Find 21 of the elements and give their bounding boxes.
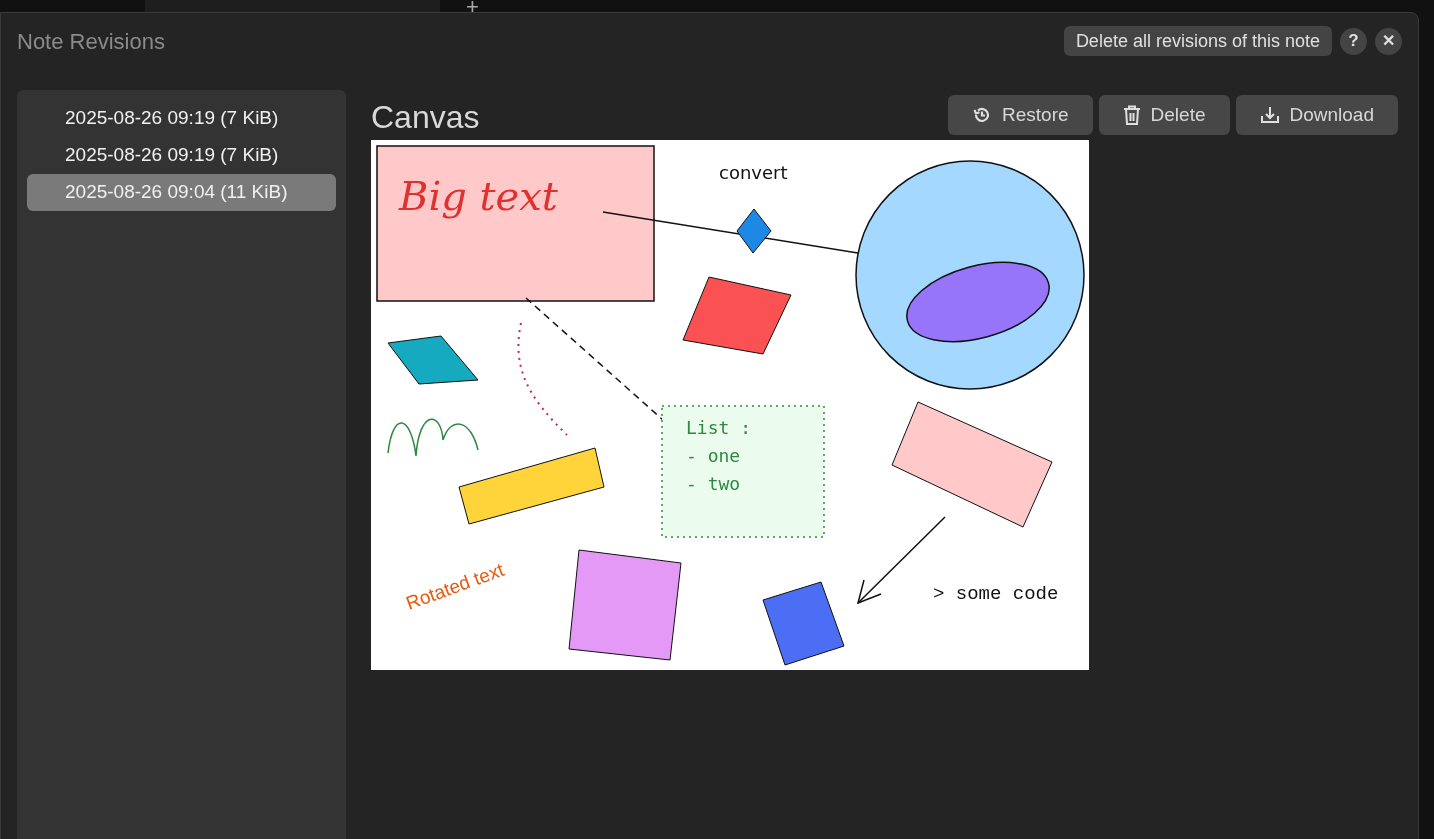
revision-item[interactable]: 2025-08-26 09:04 (11 KiB) [27,174,336,211]
list-text: - two [686,473,741,494]
preview-title: Canvas [371,98,480,137]
close-button[interactable]: ✕ [1375,27,1402,55]
delete-all-button[interactable]: Delete all revisions of this note [1063,26,1332,56]
revision-item[interactable]: 2025-08-26 09:19 (7 KiB) [27,100,336,137]
delete-button[interactable]: Delete [1098,95,1230,135]
download-icon [1259,106,1280,124]
new-tab-button[interactable]: + [466,0,479,12]
dialog-title: Note Revisions [17,27,165,56]
download-button[interactable]: Download [1235,95,1398,135]
list-text: List : [686,417,752,438]
revision-item[interactable]: 2025-08-26 09:19 (7 KiB) [27,137,336,174]
canvas-text: convert [719,162,788,183]
canvas-text: Big text [399,173,558,219]
help-button[interactable]: ? [1340,27,1367,55]
diamond-shape [736,208,772,254]
code-text: > some code [933,583,1059,605]
list-text: - one [686,445,741,466]
restore-button[interactable]: Restore [948,95,1093,135]
trash-icon [1122,105,1141,125]
